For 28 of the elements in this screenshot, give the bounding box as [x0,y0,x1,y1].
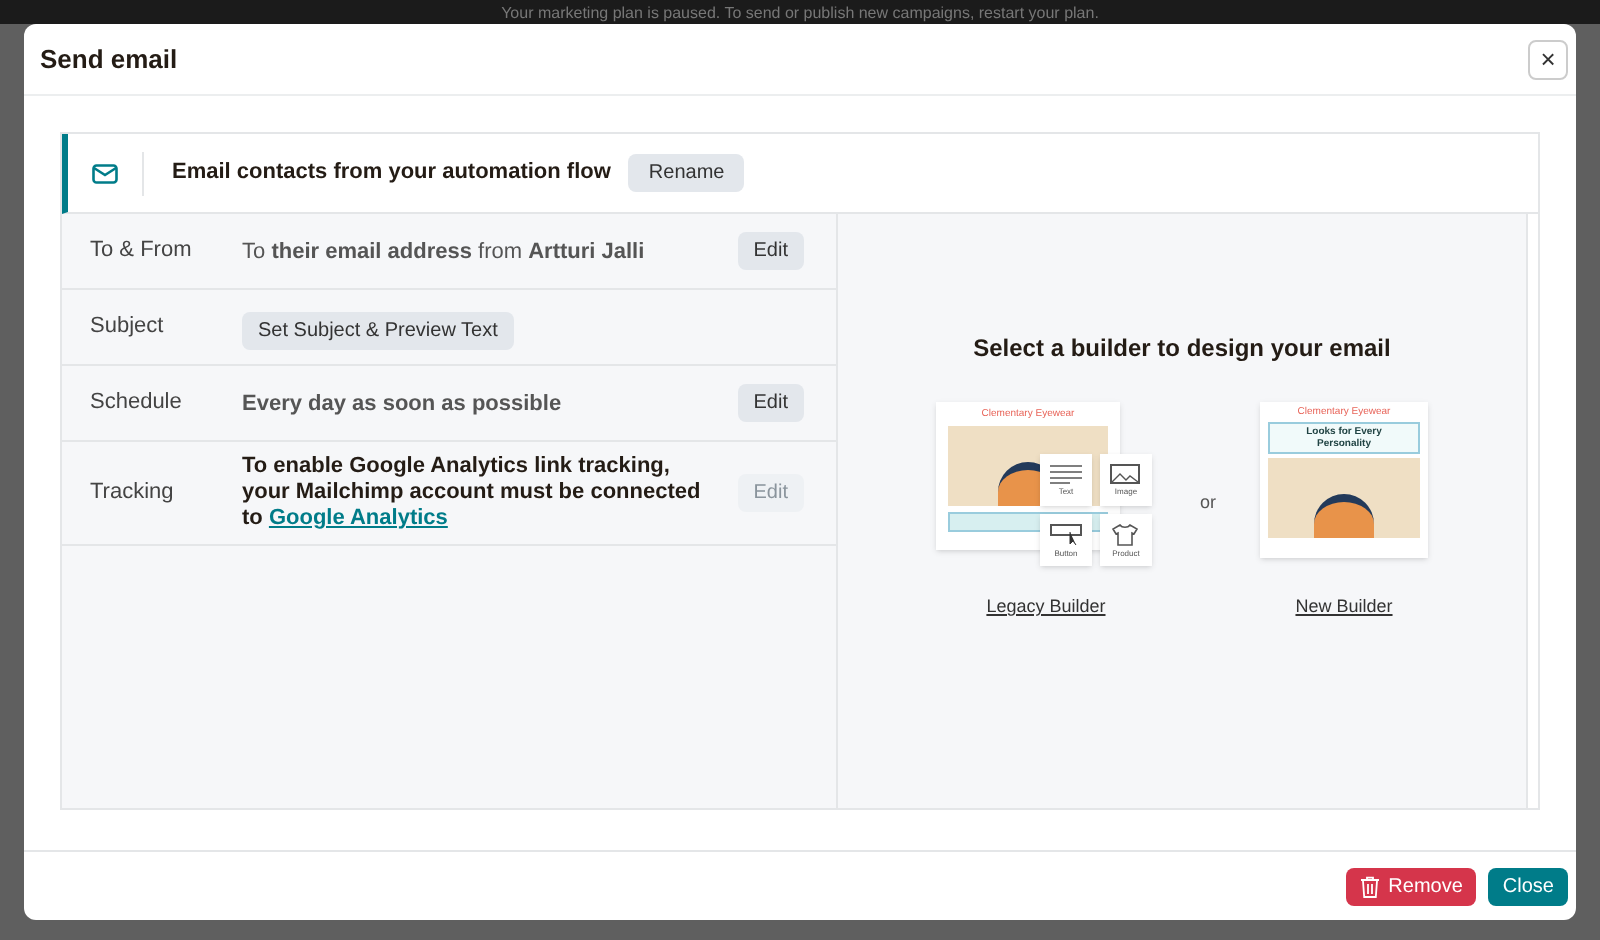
setting-value: Every day as soon as possible [242,389,564,419]
shirt-icon [1112,523,1139,545]
setting-label: To & From [90,236,194,267]
edit-button: Edit [737,474,804,512]
close-dialog-button[interactable]: Close [1488,867,1568,905]
setting-value: To enable Google Analytics link tracking, your Mailchimp account must be connected to Google Analytics [242,454,703,532]
edit-button[interactable]: Edit [737,232,804,270]
or-text: or [1199,490,1216,516]
rename-button[interactable]: Rename [628,154,745,192]
close-button[interactable]: × [1528,39,1568,79]
button-cursor-icon [1049,523,1082,545]
remove-button[interactable]: Remove [1346,867,1477,905]
builder-heading: Select a builder to design your email [973,332,1391,366]
set-subject-button[interactable]: Set Subject & Preview Text [242,311,514,349]
legacy-builder-link[interactable]: Legacy Builder [986,594,1106,621]
edit-button[interactable]: Edit [737,384,804,422]
setting-label: Tracking [90,478,176,509]
envelope-icon [92,163,118,183]
image-icon [1110,464,1141,484]
dialog-title: Send email [40,41,178,78]
new-builder-link[interactable]: New Builder [1295,594,1393,621]
banner-text: Your marketing plan is paused. To send or publish new campaigns, restart your plan. [501,4,1099,24]
text-lines-icon [1049,464,1082,484]
setting-value: To their email address from Artturi Jalli [242,237,647,267]
trash-icon [1360,875,1381,897]
setting-label: Subject [90,312,166,343]
email-name: Email contacts from your automation flow [172,158,611,189]
setting-label: Schedule [90,388,184,419]
